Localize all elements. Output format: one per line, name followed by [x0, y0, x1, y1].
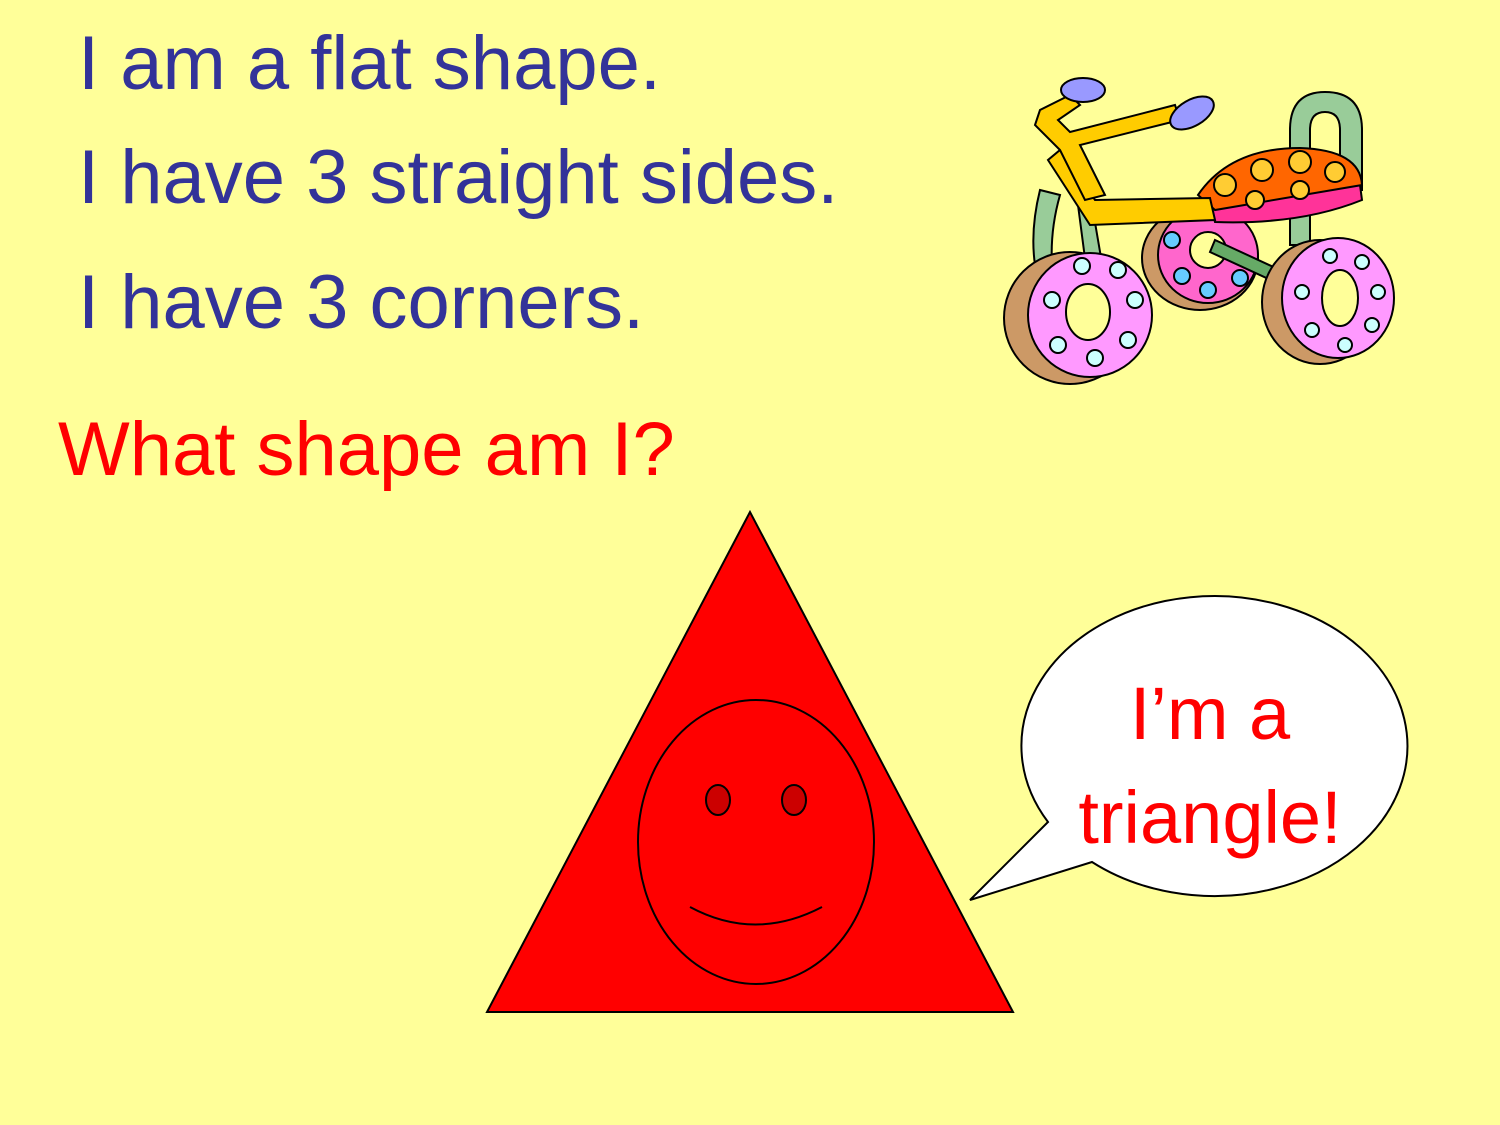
speech-line-1: I’m a	[1129, 672, 1291, 755]
face-outline	[637, 699, 875, 985]
tricycle-icon	[1003, 77, 1395, 385]
speech-bubble-text: I’m a triangle!	[1040, 662, 1380, 870]
slide-artwork	[485, 77, 1409, 1013]
right-eye-icon	[781, 784, 807, 816]
smiling-triangle-icon	[485, 509, 1015, 1013]
speech-line-2: triangle!	[1078, 776, 1342, 859]
left-eye-icon	[705, 784, 731, 816]
